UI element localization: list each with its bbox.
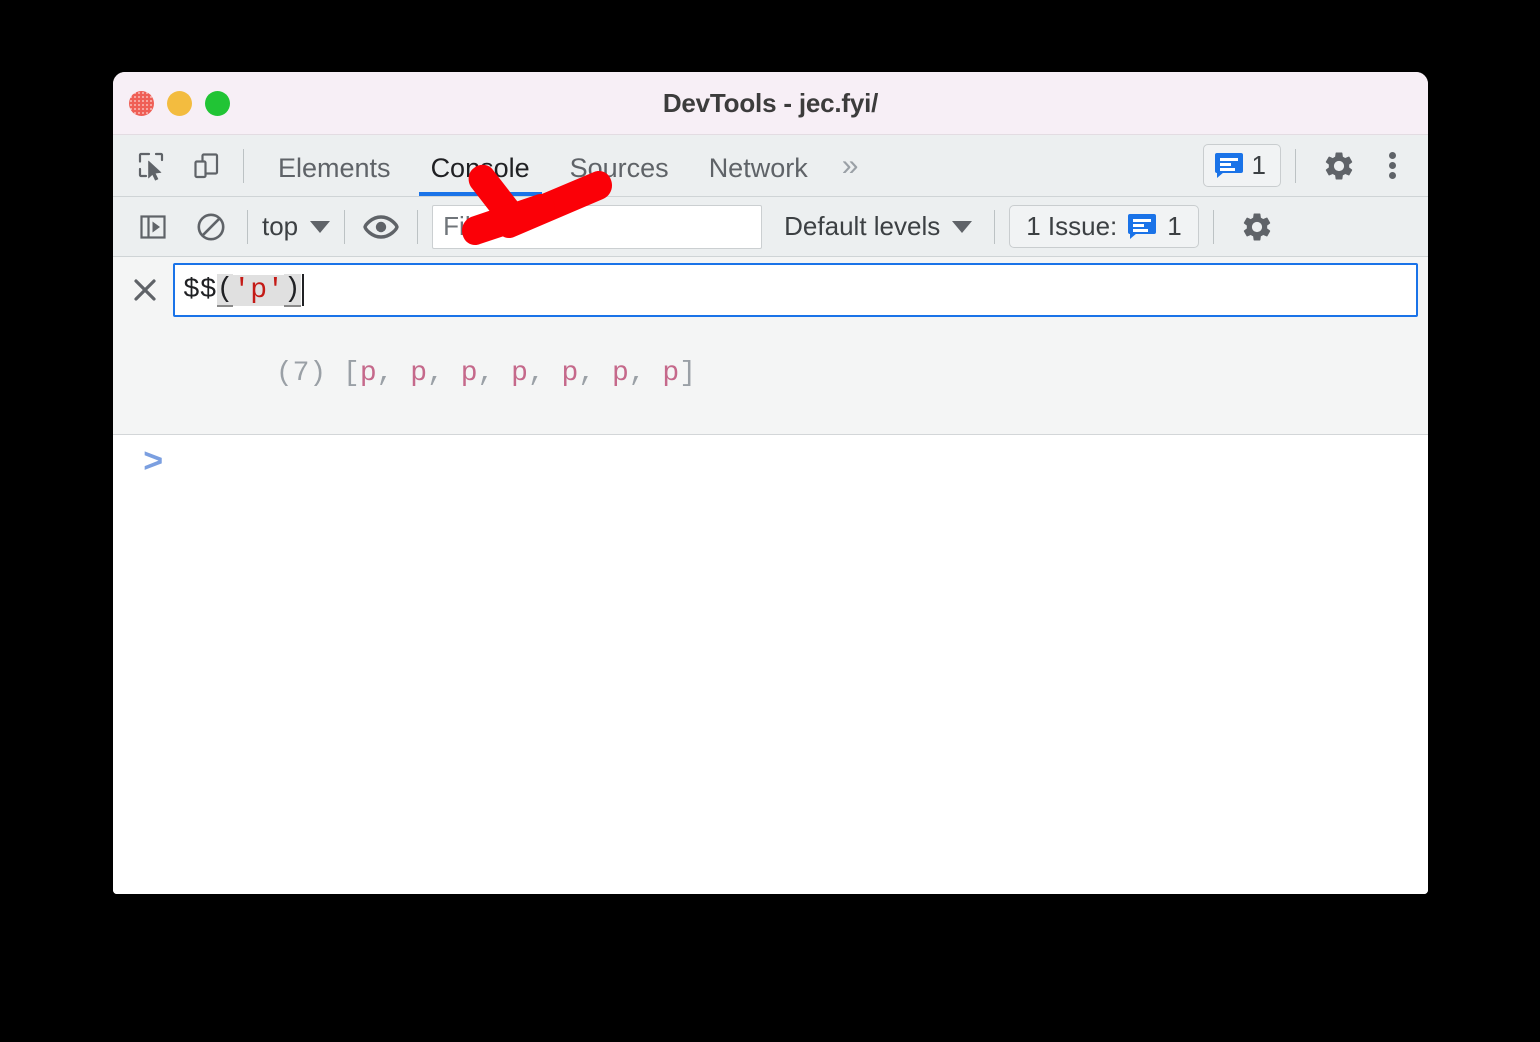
- expression-token-string: 'p': [233, 274, 284, 306]
- console-toolbar-divider-4: [994, 209, 996, 244]
- execution-context-label: top: [262, 211, 299, 241]
- message-bubble-icon: [1128, 214, 1157, 239]
- tab-network[interactable]: Network: [689, 135, 828, 196]
- preview-item[interactable]: p: [562, 358, 579, 389]
- maximize-window-button[interactable]: [205, 90, 230, 116]
- minimize-window-button[interactable]: [167, 90, 192, 116]
- preview-separator: ,: [628, 358, 663, 389]
- close-window-button[interactable]: [129, 90, 154, 116]
- preview-items: p, p, p, p, p, p, p: [360, 358, 679, 389]
- preview-separator: ,: [477, 358, 512, 389]
- preview-close-bracket: ]: [679, 358, 697, 389]
- filter-input[interactable]: [432, 204, 763, 249]
- inspect-element-icon[interactable]: [129, 143, 175, 189]
- window-titlebar: DevTools - jec.fyi/: [113, 72, 1428, 135]
- live-expression-panel: $$('p') (7) [p, p, p, p, p, p, p]: [113, 257, 1428, 435]
- clear-console-icon[interactable]: [189, 205, 233, 249]
- tabbar-divider: [243, 148, 244, 183]
- console-output-area[interactable]: >: [113, 435, 1428, 894]
- preview-item[interactable]: p: [360, 358, 377, 389]
- tab-elements[interactable]: Elements: [258, 135, 411, 196]
- preview-open-bracket: [: [326, 358, 360, 389]
- live-expression-row: $$('p'): [113, 263, 1428, 317]
- preview-item[interactable]: p: [410, 358, 427, 389]
- chevron-down-icon: [952, 220, 973, 233]
- console-toolbar-divider-5: [1212, 209, 1214, 244]
- preview-separator: ,: [376, 358, 411, 389]
- preview-separator: ,: [527, 358, 562, 389]
- console-prompt-row[interactable]: >: [113, 447, 1428, 481]
- preview-item[interactable]: p: [511, 358, 528, 389]
- window-title: DevTools - jec.fyi/: [662, 87, 879, 118]
- more-tabs-chevron-icon[interactable]: »: [828, 150, 877, 181]
- more-vertical-icon[interactable]: [1372, 143, 1412, 189]
- expression-token-identifier: $$: [183, 274, 217, 306]
- console-toolbar-divider-2: [344, 209, 346, 244]
- tab-console[interactable]: Console: [411, 135, 550, 196]
- device-toolbar-icon[interactable]: [183, 143, 229, 189]
- console-toolbar-divider-3: [417, 209, 419, 244]
- prompt-chevron-icon: >: [143, 445, 164, 483]
- preview-count: (7): [275, 358, 327, 389]
- issues-counter-button[interactable]: 1 Issue: 1: [1009, 205, 1199, 248]
- preview-separator: ,: [578, 358, 612, 389]
- preview-item[interactable]: p: [461, 358, 478, 389]
- expression-token-close-paren: ): [283, 273, 301, 307]
- preview-item[interactable]: p: [662, 358, 679, 389]
- issues-counter-count: 1: [1167, 211, 1182, 241]
- chevron-down-icon: [310, 220, 331, 233]
- tab-sources[interactable]: Sources: [550, 135, 689, 196]
- devtools-window: DevTools - jec.fyi/ Elements Console Sou…: [113, 72, 1428, 894]
- gear-icon[interactable]: [1234, 204, 1280, 250]
- console-toolbar: top Default levels 1 Issue: 1: [113, 197, 1428, 257]
- preview-item[interactable]: p: [612, 358, 629, 389]
- tabbar-divider-right: [1295, 148, 1296, 183]
- log-levels-select[interactable]: Default levels: [784, 211, 973, 242]
- close-icon[interactable]: [127, 272, 163, 308]
- live-expression-preview: (7) [p, p, p, p, p, p, p]: [113, 317, 1428, 420]
- eye-icon[interactable]: [359, 205, 403, 249]
- preview-separator: ,: [427, 358, 461, 389]
- text-cursor: [301, 274, 304, 306]
- log-levels-label: Default levels: [784, 211, 941, 241]
- console-toolbar-divider-1: [247, 209, 248, 244]
- gear-icon[interactable]: [1316, 143, 1362, 189]
- execution-context-select[interactable]: top: [262, 211, 331, 242]
- message-bubble-icon: [1214, 153, 1243, 178]
- issues-badge-count: 1: [1251, 150, 1266, 180]
- devtools-tabbar: Elements Console Sources Network » 1: [113, 135, 1428, 197]
- console-sidebar-icon[interactable]: [131, 205, 175, 249]
- issues-counter-label: 1 Issue:: [1026, 211, 1118, 241]
- live-expression-input[interactable]: $$('p'): [173, 263, 1418, 317]
- issues-badge-button[interactable]: 1: [1202, 144, 1281, 187]
- expression-token-open-paren: (: [216, 273, 234, 307]
- traffic-light-buttons: [129, 72, 230, 134]
